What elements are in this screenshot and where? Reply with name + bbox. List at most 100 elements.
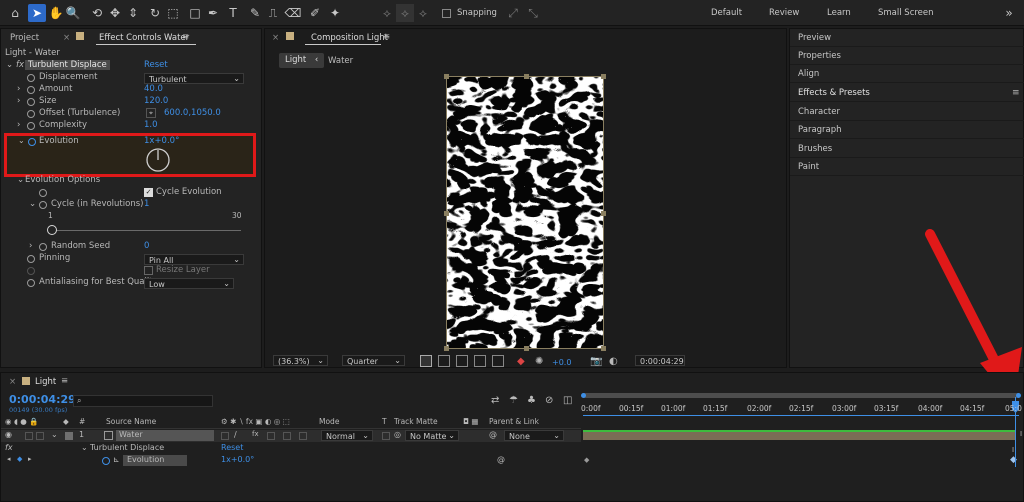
switch-box[interactable] bbox=[221, 432, 229, 440]
cycle-slider-handle[interactable] bbox=[47, 225, 57, 235]
stopwatch-icon[interactable] bbox=[27, 122, 35, 130]
property-value[interactable]: 1x+0.0° bbox=[221, 455, 254, 464]
workspace-small-screen[interactable]: Small Screen bbox=[878, 8, 934, 18]
expand-arrow-icon[interactable]: › bbox=[17, 96, 20, 106]
close-icon[interactable]: × bbox=[9, 377, 16, 387]
breadcrumb-water[interactable]: Water bbox=[328, 56, 353, 66]
reset-link[interactable]: Reset bbox=[221, 443, 243, 452]
fx-icon[interactable]: fx bbox=[16, 60, 24, 70]
stopwatch-icon[interactable] bbox=[27, 86, 35, 94]
panel-menu-icon[interactable]: ≡ bbox=[1012, 88, 1020, 98]
eye-icon[interactable]: ◉ bbox=[5, 430, 12, 439]
bounding-handle[interactable] bbox=[444, 211, 449, 216]
bounding-handle[interactable] bbox=[601, 74, 606, 79]
effect-row[interactable]: fx ⌄ Turbulent Displace Reset bbox=[1, 443, 581, 455]
fast-preview-icon[interactable] bbox=[420, 355, 432, 367]
snap-edge-icon[interactable]: ⤡ bbox=[524, 4, 542, 22]
layer-name[interactable]: Water bbox=[116, 430, 214, 441]
stopwatch-icon[interactable] bbox=[27, 74, 35, 82]
comp-mini-flowchart-icon[interactable]: ⇄ bbox=[491, 395, 499, 406]
selection-tool-icon[interactable]: ➤ bbox=[28, 4, 46, 22]
bounding-handle[interactable] bbox=[524, 346, 529, 351]
evolution-row[interactable]: ◂ ◆ ▸ ⊾ Evolution 1x+0.0° @ bbox=[1, 455, 581, 467]
switch-box[interactable] bbox=[283, 432, 291, 440]
stopwatch-icon[interactable] bbox=[39, 201, 47, 209]
stopwatch-active-icon[interactable] bbox=[102, 457, 110, 465]
stopwatch-icon[interactable] bbox=[27, 279, 35, 287]
draft-3d-icon[interactable]: ☂ bbox=[509, 395, 518, 406]
expression-pick-whip-icon[interactable]: @ bbox=[497, 455, 505, 464]
rectangle-tool-icon[interactable]: □ bbox=[186, 4, 204, 22]
home-icon[interactable]: ⌂ bbox=[6, 4, 24, 22]
label-color-swatch[interactable] bbox=[65, 432, 73, 440]
panel-effects-presets[interactable]: Effects & Presets bbox=[790, 84, 1024, 102]
roto-brush-tool-icon[interactable]: ✐ bbox=[306, 4, 324, 22]
dolly-tool-icon[interactable]: ⇕ bbox=[124, 4, 142, 22]
collapse-arrow-icon[interactable]: ⌄ bbox=[6, 60, 13, 70]
layer-duration-bar[interactable] bbox=[583, 430, 1016, 440]
stopwatch-icon[interactable] bbox=[27, 98, 35, 106]
cycle-slider-track[interactable] bbox=[51, 230, 241, 231]
preserve-transparency-box[interactable] bbox=[382, 432, 390, 440]
expand-arrow-icon[interactable]: ⌄ bbox=[51, 430, 58, 439]
panel-properties[interactable]: Properties bbox=[790, 47, 1024, 65]
pan-tool-icon[interactable]: ✥ bbox=[106, 4, 124, 22]
tab-effect-controls[interactable]: Effect Controls Water bbox=[99, 33, 189, 43]
snap-option-icon[interactable]: ⤢ bbox=[504, 4, 522, 22]
zoom-tool-icon[interactable]: 🔍 bbox=[64, 4, 82, 22]
bounding-handle[interactable] bbox=[444, 346, 449, 351]
work-area-end[interactable] bbox=[1016, 393, 1021, 398]
parent-select[interactable]: None ⌄ bbox=[504, 430, 564, 441]
axis-local-icon[interactable]: ⟡ bbox=[378, 4, 396, 22]
prop-value[interactable]: 0 bbox=[144, 241, 149, 251]
effect-name[interactable]: Turbulent Displace bbox=[25, 60, 110, 70]
brush-tool-icon[interactable]: ✎ bbox=[246, 4, 264, 22]
prop-value[interactable]: 1.0 bbox=[144, 120, 158, 130]
resize-layer-checkbox[interactable] bbox=[144, 266, 153, 275]
clone-stamp-tool-icon[interactable]: ⎍ bbox=[264, 4, 282, 22]
zoom-select[interactable]: (36.3%) ⌄ bbox=[273, 355, 328, 366]
frame-blending-icon[interactable]: ⊘ bbox=[545, 395, 553, 406]
col-source-name[interactable]: Source Name bbox=[106, 417, 156, 426]
track-matte-select[interactable]: No Matte ⌄ bbox=[405, 430, 459, 441]
layer-row[interactable]: ◉ ⌄ 1 Water ∕ fx Normal ⌄ ◎ No Matte ⌄ @ N… bbox=[1, 430, 581, 442]
displacement-select[interactable]: Turbulent ⌄ bbox=[144, 73, 244, 84]
region-interest-icon[interactable] bbox=[474, 355, 486, 367]
pinning-select[interactable]: Pin All ⌄ bbox=[144, 254, 244, 265]
crosshair-icon[interactable]: ⌖ bbox=[146, 108, 156, 118]
current-time[interactable]: 0:00:04:29 bbox=[9, 393, 76, 406]
lock-box[interactable] bbox=[36, 432, 44, 440]
guides-icon[interactable] bbox=[492, 355, 504, 367]
stopwatch-icon[interactable] bbox=[27, 110, 35, 118]
bounding-handle[interactable] bbox=[524, 74, 529, 79]
matte-link-icon[interactable]: ◎ bbox=[394, 430, 401, 439]
panel-paint[interactable]: Paint bbox=[790, 158, 1024, 176]
snapping-checkbox[interactable] bbox=[437, 4, 455, 22]
rotation-tool-icon[interactable]: ↻ bbox=[146, 4, 164, 22]
switch-box[interactable] bbox=[299, 432, 307, 440]
evolution-dial[interactable] bbox=[145, 147, 171, 173]
prop-value[interactable]: 120.0 bbox=[144, 96, 168, 106]
quality-select[interactable]: Quarter ⌄ bbox=[342, 355, 405, 366]
keyframe-start[interactable]: ◆ bbox=[584, 456, 589, 464]
close-icon[interactable]: × bbox=[63, 33, 70, 43]
exposure-value[interactable]: +0.0 bbox=[552, 358, 571, 367]
switch-box[interactable] bbox=[267, 432, 275, 440]
antialiasing-select[interactable]: Low ⌄ bbox=[144, 278, 234, 289]
type-tool-icon[interactable]: T bbox=[224, 4, 242, 22]
cycle-evolution-checkbox[interactable]: ✓ bbox=[144, 188, 153, 197]
reset-link[interactable]: Reset bbox=[144, 60, 168, 70]
blend-mode-select[interactable]: Normal ⌄ bbox=[321, 430, 373, 441]
bounding-handle[interactable] bbox=[601, 211, 606, 216]
prop-value[interactable]: 40.0 bbox=[144, 84, 163, 94]
prev-keyframe-icon[interactable]: ◂ bbox=[7, 455, 11, 463]
expand-arrow-icon[interactable]: › bbox=[29, 241, 32, 251]
puppet-tool-icon[interactable]: ✦ bbox=[326, 4, 344, 22]
expand-arrow-icon[interactable]: › bbox=[17, 120, 20, 130]
show-snapshot-icon[interactable]: ◐ bbox=[609, 356, 618, 367]
work-area-bar[interactable] bbox=[583, 393, 1019, 398]
work-area-start[interactable] bbox=[581, 393, 586, 398]
graph-editor-icon[interactable]: ◫ bbox=[563, 395, 572, 406]
mask-visibility-icon[interactable] bbox=[456, 355, 468, 367]
collapse-arrow-icon[interactable]: ⌄ bbox=[17, 175, 24, 185]
